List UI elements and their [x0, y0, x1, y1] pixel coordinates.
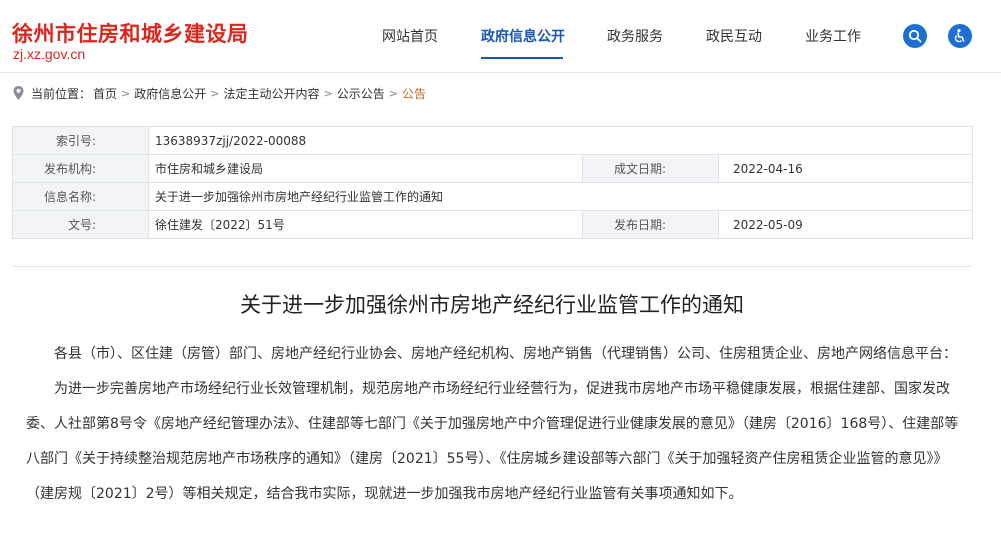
accessibility-button[interactable] — [948, 24, 972, 48]
doc-no-label: 文号: — [12, 210, 149, 239]
nav-home[interactable]: 网站首页 — [382, 26, 438, 46]
publisher-label: 发布机构: — [12, 154, 149, 183]
info-name-value: 关于进一步加强徐州市房地产经纪行业监管工作的通知 — [147, 182, 974, 211]
index-no-label: 索引号: — [12, 126, 149, 155]
location-pin-icon — [13, 86, 24, 100]
table-row: 信息名称: 关于进一步加强徐州市房地产经纪行业监管工作的通知 — [12, 182, 974, 211]
header-divider — [0, 72, 1001, 73]
created-date-label: 成文日期: — [582, 154, 719, 183]
breadcrumb-home[interactable]: 首页 — [93, 85, 117, 102]
site-header: 徐州市住房和城乡建设局 zj.xz.gov.cn 网站首页 政府信息公开 政务服… — [0, 0, 1001, 72]
breadcrumb-separator: > — [210, 86, 220, 100]
breadcrumb-gov-info[interactable]: 政府信息公开 — [134, 85, 206, 102]
breadcrumb-statutory-content[interactable]: 法定主动公开内容 — [223, 85, 319, 102]
doc-no-value: 徐住建发〔2022〕51号 — [148, 210, 583, 239]
breadcrumb: 当前位置： 首页 > 政府信息公开 > 法定主动公开内容 > 公示公告 > 公告 — [12, 84, 426, 102]
nav-gov-info-disclosure[interactable]: 政府信息公开 — [481, 26, 565, 46]
published-date-value: 2022-05-09 — [717, 210, 974, 239]
breadcrumb-current[interactable]: 公告 — [402, 85, 426, 102]
breadcrumb-separator: > — [323, 86, 333, 100]
publisher-value: 市住房和城乡建设局 — [148, 154, 583, 183]
breadcrumb-prefix: 当前位置： — [31, 86, 92, 101]
article-paragraph: 为进一步完善房地产市场经纪行业长效管理机制，规范房地产市场经纪行业经营行为，促进… — [26, 381, 959, 502]
breadcrumb-separator: > — [388, 86, 398, 100]
created-date-value: 2022-04-16 — [717, 154, 974, 183]
content-divider — [12, 266, 972, 267]
breadcrumb-public-notices[interactable]: 公示公告 — [337, 85, 385, 102]
nav-active-underline — [481, 57, 563, 59]
table-row: 索引号: 13638937zjj/2022-00088 — [12, 126, 974, 155]
article-title: 关于进一步加强徐州市房地产经纪行业监管工作的通知 — [240, 293, 744, 317]
nav-gov-services[interactable]: 政务服务 — [607, 26, 663, 46]
document-metadata-table: 索引号: 13638937zjj/2022-00088 发布机构: 市住房和城乡… — [12, 126, 974, 239]
table-row: 文号: 徐住建发〔2022〕51号 发布日期: 2022-05-09 — [12, 210, 974, 239]
nav-business-work[interactable]: 业务工作 — [805, 26, 861, 46]
breadcrumb-separator: > — [121, 86, 131, 100]
site-title[interactable]: 徐州市住房和城乡建设局 — [12, 18, 249, 48]
accessibility-icon — [954, 29, 965, 43]
table-row: 发布机构: 市住房和城乡建设局 成文日期: 2022-04-16 — [12, 154, 974, 183]
search-icon — [908, 29, 922, 43]
published-date-label: 发布日期: — [582, 210, 719, 239]
article-salutation: 各县（市）、区住建（房管）部门、房地产经纪行业协会、房地产经纪机构、房地产销售（… — [54, 346, 957, 362]
site-domain: zj.xz.gov.cn — [13, 46, 86, 62]
nav-public-interaction[interactable]: 政民互动 — [706, 26, 762, 46]
index-no-value: 13638937zjj/2022-00088 — [147, 126, 974, 155]
search-button[interactable] — [903, 24, 927, 48]
info-name-label: 信息名称: — [12, 182, 149, 211]
article-body: 各县（市）、区住建（房管）部门、房地产经纪行业协会、房地产经纪机构、房地产销售（… — [26, 337, 964, 512]
